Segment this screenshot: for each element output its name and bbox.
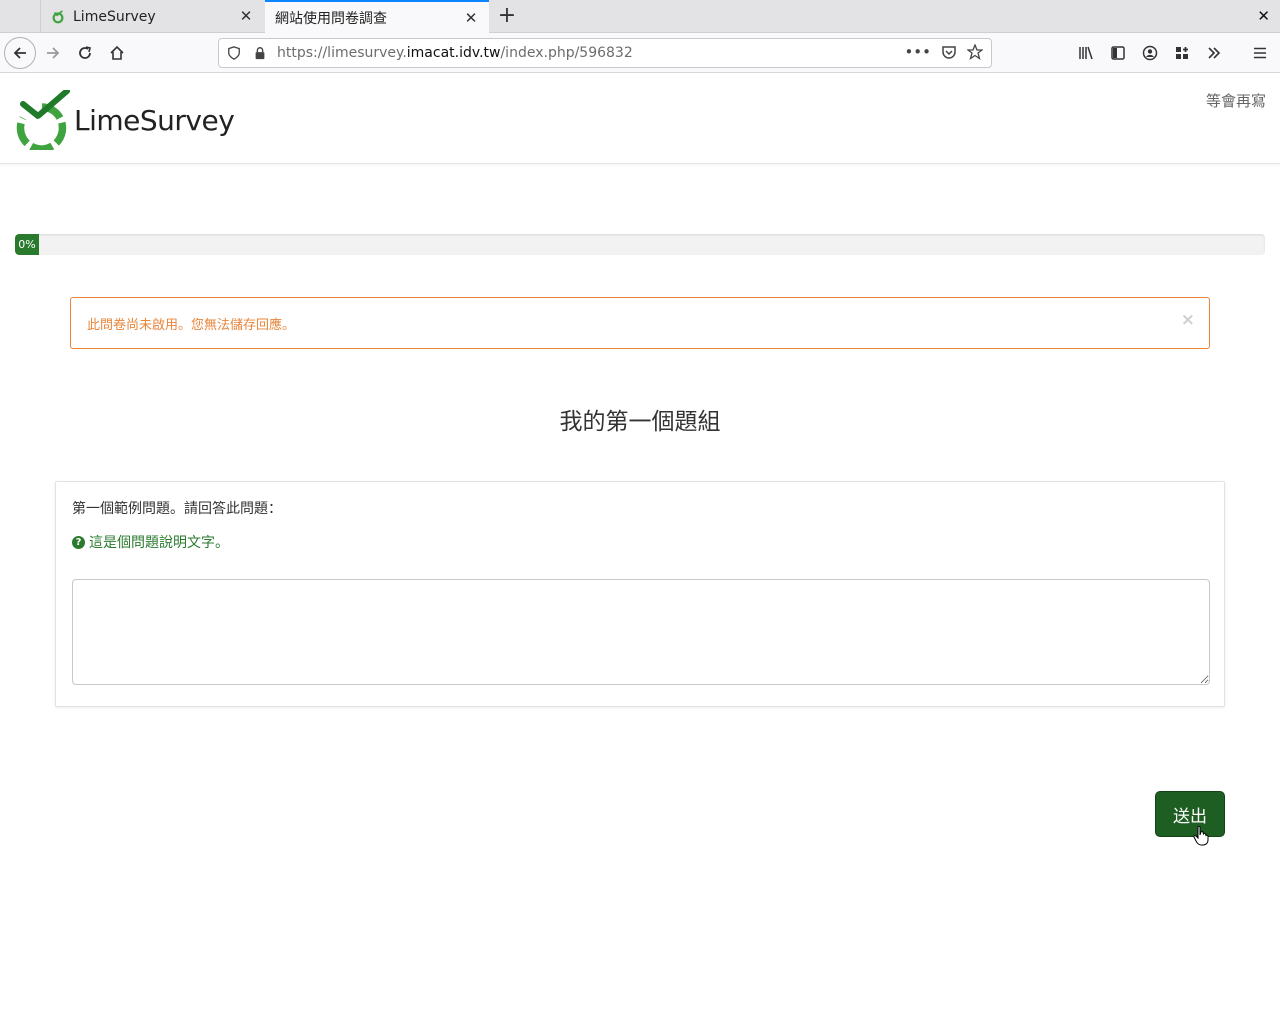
overflow-chevron-icon[interactable]: [1198, 37, 1230, 69]
question-text: 第一個範例問題。請回答此問題：: [72, 501, 282, 517]
bookmark-star-icon[interactable]: [967, 44, 983, 60]
site-header: LimeSurvey 等會再寫: [0, 74, 1280, 164]
alert-message: 此問卷尚未啟用。您無法儲存回應。: [87, 318, 296, 333]
progress-bar-fill: 0%: [15, 234, 39, 255]
arrow-left-icon: [13, 47, 26, 59]
arrow-right-icon: [47, 47, 60, 59]
limesurvey-logo[interactable]: LimeSurvey: [14, 90, 235, 150]
url-path: /index.php/596832: [500, 45, 633, 61]
reload-button[interactable]: [69, 37, 101, 69]
home-button[interactable]: [101, 37, 133, 69]
lock-icon[interactable]: [253, 46, 267, 60]
reload-icon: [79, 46, 91, 59]
close-tab-icon[interactable]: ✕: [238, 8, 254, 24]
submit-button[interactable]: 送出: [1155, 791, 1225, 837]
url-bar[interactable]: https://limesurvey.imacat.idv.tw/index.p…: [218, 38, 992, 68]
browser-tab-strip: LimeSurvey ✕ 網站使用問卷調查 ✕ + ✕: [0, 0, 1280, 33]
question-help: ? 這是個問題說明文字。: [72, 532, 229, 552]
question-container: 第一個範例問題。請回答此問題： ? 這是個問題說明文字。: [55, 481, 1225, 707]
survey-inactive-alert: 此問卷尚未啟用。您無法儲存回應。 ×: [70, 297, 1210, 349]
limesurvey-logo-icon: [16, 90, 70, 150]
toolbar-right: [1070, 37, 1280, 69]
logo-text: LimeSurvey: [74, 103, 235, 137]
url-prefix: https://limesurvey.: [277, 45, 407, 61]
hamburger-menu-icon[interactable]: [1244, 37, 1276, 69]
shield-icon[interactable]: [227, 46, 241, 60]
alert-close-icon[interactable]: ×: [1181, 310, 1195, 330]
url-host: imacat.idv.tw: [406, 45, 501, 61]
home-icon: [110, 45, 124, 60]
back-button[interactable]: [4, 37, 36, 69]
forward-button[interactable]: [37, 37, 69, 69]
tab-survey[interactable]: 網站使用問卷調查 ✕: [265, 0, 489, 33]
window-close-icon[interactable]: ✕: [1257, 7, 1270, 25]
page-actions-icon[interactable]: •••: [904, 43, 931, 61]
new-tab-button[interactable]: +: [494, 3, 520, 29]
extensions-icon[interactable]: [1166, 37, 1198, 69]
sidebar-icon[interactable]: [1102, 37, 1134, 69]
limesurvey-favicon-icon: [52, 9, 64, 23]
question-circle-icon: ?: [72, 535, 85, 549]
account-icon[interactable]: [1134, 37, 1166, 69]
tab-title: 網站使用問卷調查: [275, 10, 387, 27]
tab-limesurvey[interactable]: LimeSurvey ✕: [40, 0, 264, 33]
url-actions: •••: [904, 43, 983, 61]
survey-page: LimeSurvey 等會再寫 0% 此問卷尚未啟用。您無法儲存回應。 × 我的…: [0, 74, 1280, 1024]
save-later-link[interactable]: 等會再寫: [1206, 90, 1266, 111]
browser-nav-bar: https://limesurvey.imacat.idv.tw/index.p…: [0, 33, 1280, 73]
question-group-title: 我的第一個題組: [559, 409, 721, 435]
progress-bar: 0%: [15, 234, 1265, 255]
tab-title: LimeSurvey: [73, 8, 156, 25]
question-help-text: 這是個問題說明文字。: [89, 535, 229, 551]
url-text: https://limesurvey.imacat.idv.tw/index.p…: [277, 45, 633, 61]
library-icon[interactable]: [1070, 37, 1102, 69]
answer-textarea[interactable]: [72, 579, 1210, 685]
pocket-icon[interactable]: [941, 44, 957, 60]
close-tab-icon[interactable]: ✕: [463, 10, 479, 26]
hand-pointer-icon: [1193, 826, 1209, 846]
